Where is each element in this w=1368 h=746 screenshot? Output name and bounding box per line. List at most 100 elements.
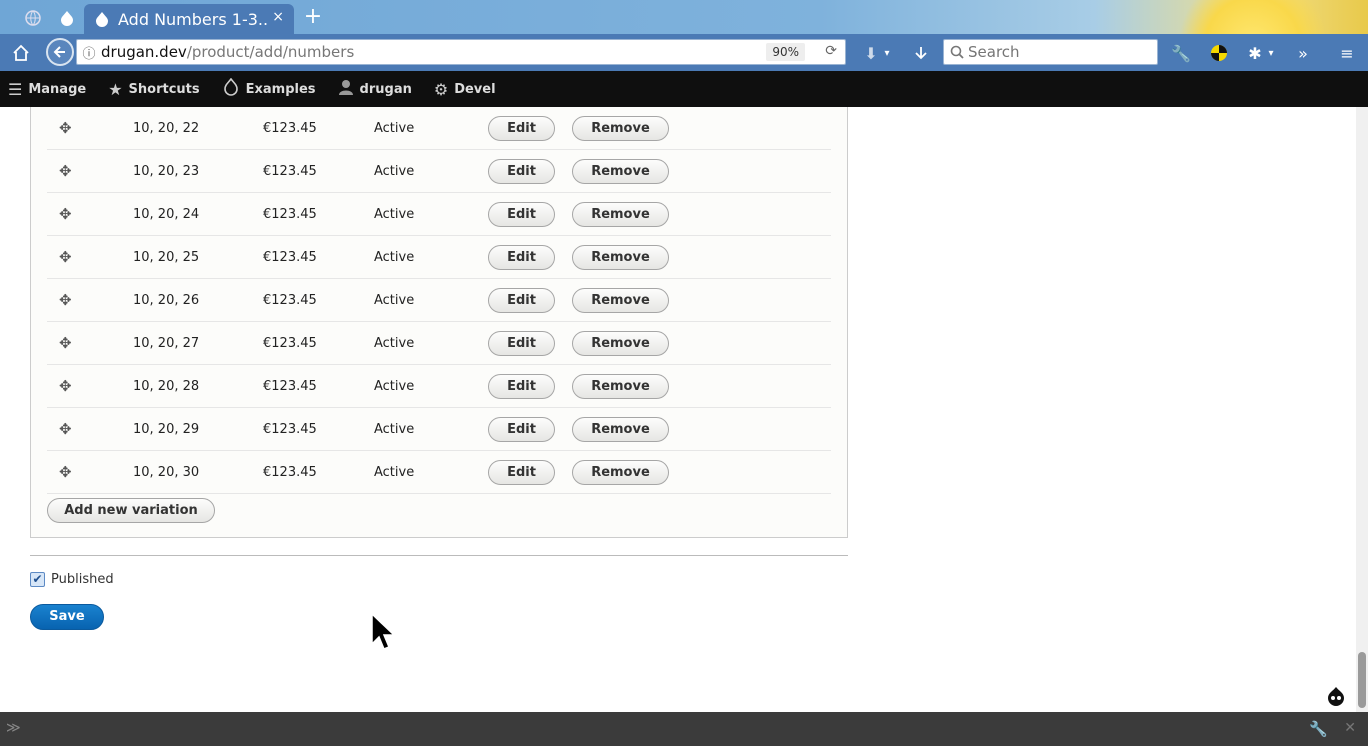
- reload-icon[interactable]: ⟳: [825, 43, 837, 59]
- drag-handle-icon[interactable]: ✥: [59, 291, 72, 309]
- edit-button[interactable]: Edit: [488, 202, 555, 227]
- table-row: ✥ 10, 20, 28 €123.45 Active Edit Remove: [47, 365, 831, 408]
- edit-button[interactable]: Edit: [488, 331, 555, 356]
- wrench-icon[interactable]: 🔧: [1168, 40, 1194, 66]
- drupal-drop-icon: [61, 11, 73, 26]
- drupal-logo-icon[interactable]: [1325, 685, 1347, 707]
- home-button[interactable]: [8, 40, 34, 66]
- variation-sku: 10, 20, 25: [133, 250, 200, 265]
- overflow-icon[interactable]: »: [1290, 40, 1316, 66]
- variation-price: €123.45: [263, 164, 317, 179]
- url-path: /product/add/numbers: [186, 43, 355, 61]
- edit-button[interactable]: Edit: [488, 374, 555, 399]
- globe-icon: [25, 10, 41, 26]
- remove-button[interactable]: Remove: [572, 202, 669, 227]
- hamburger-menu-icon[interactable]: ≡: [1334, 40, 1360, 66]
- star-icon: ★: [108, 79, 123, 99]
- save-button[interactable]: Save: [30, 604, 104, 630]
- published-field: ✔ Published: [30, 572, 114, 587]
- remove-button[interactable]: Remove: [572, 374, 669, 399]
- drag-handle-icon[interactable]: ✥: [59, 334, 72, 352]
- remove-button[interactable]: Remove: [572, 460, 669, 485]
- remove-button[interactable]: Remove: [572, 245, 669, 270]
- gear-icon: ⚙: [433, 79, 449, 99]
- mouse-cursor-icon: [371, 612, 396, 650]
- drag-handle-icon[interactable]: ✥: [59, 248, 72, 266]
- edit-button[interactable]: Edit: [488, 116, 555, 141]
- edit-button[interactable]: Edit: [488, 159, 555, 184]
- chevron-down-icon[interactable]: ▾: [880, 40, 894, 66]
- variation-price: €123.45: [263, 465, 317, 480]
- close-tab-icon[interactable]: ×: [272, 9, 284, 25]
- variation-sku: 10, 20, 23: [133, 164, 200, 179]
- variation-price: €123.45: [263, 422, 317, 437]
- close-icon[interactable]: ✕: [1344, 720, 1356, 736]
- variation-sku: 10, 20, 24: [133, 207, 200, 222]
- remove-button[interactable]: Remove: [572, 159, 669, 184]
- toolbar-label: Devel: [454, 81, 496, 97]
- tab-title: Add Numbers 1-3...: [118, 9, 268, 29]
- table-row: ✥ 10, 20, 27 €123.45 Active Edit Remove: [47, 322, 831, 365]
- edit-button[interactable]: Edit: [488, 245, 555, 270]
- drupal-drop-icon: [96, 12, 108, 27]
- variation-status: Active: [374, 336, 415, 351]
- drag-handle-icon[interactable]: ✥: [59, 162, 72, 180]
- scrollbar-thumb[interactable]: [1358, 652, 1366, 708]
- published-checkbox[interactable]: ✔: [30, 572, 45, 587]
- toolbar-item-shortcuts[interactable]: ★ Shortcuts: [108, 71, 199, 107]
- page-content: ✥ 10, 20, 22 €123.45 Active Edit Remove ✥ 10, 2…: [0, 107, 1356, 712]
- console-prompt-icon[interactable]: ≫: [6, 720, 21, 736]
- variation-status: Active: [374, 121, 415, 136]
- variation-price: €123.45: [263, 379, 317, 394]
- chevron-down-icon[interactable]: ▾: [1264, 40, 1278, 66]
- variation-price: €123.45: [263, 250, 317, 265]
- info-icon[interactable]: ⓘ: [77, 43, 101, 62]
- variation-price: €123.45: [263, 293, 317, 308]
- new-tab-button[interactable]: +: [300, 4, 326, 30]
- toolbar-item-devel[interactable]: ⚙ Devel: [434, 71, 496, 107]
- search-input[interactable]: [968, 43, 1148, 61]
- toolbar-item-examples[interactable]: Examples: [222, 71, 316, 107]
- home-icon: [13, 44, 29, 61]
- remove-button[interactable]: Remove: [572, 417, 669, 442]
- zoom-indicator[interactable]: 90%: [766, 43, 805, 61]
- toolbar-item-manage[interactable]: ☰ Manage: [8, 71, 86, 107]
- remove-button[interactable]: Remove: [572, 288, 669, 313]
- add-new-variation-button[interactable]: Add new variation: [47, 498, 215, 523]
- drag-handle-icon[interactable]: ✥: [59, 420, 72, 438]
- crash-test-icon[interactable]: [1206, 40, 1232, 66]
- pinned-tab-globe[interactable]: [18, 4, 48, 32]
- search-bar[interactable]: [943, 39, 1158, 65]
- edit-button[interactable]: Edit: [488, 460, 555, 485]
- back-button[interactable]: [46, 38, 74, 66]
- edit-button[interactable]: Edit: [488, 288, 555, 313]
- variation-status: Active: [374, 207, 415, 222]
- browser-navbar: ⓘ drugan.dev/product/add/numbers 90% ⟳ ⬇…: [0, 34, 1368, 71]
- tab-add-numbers[interactable]: Add Numbers 1-3... ×: [84, 4, 294, 34]
- drag-handle-icon[interactable]: ✥: [59, 377, 72, 395]
- pocket-download-icon[interactable]: [908, 40, 934, 66]
- vertical-scrollbar[interactable]: [1356, 107, 1368, 712]
- toolbar-label: Shortcuts: [128, 81, 200, 97]
- back-arrow-icon: [53, 46, 65, 58]
- variations-fieldset: ✥ 10, 20, 22 €123.45 Active Edit Remove ✥ 10, 2…: [30, 107, 848, 538]
- menu-icon: ☰: [8, 79, 23, 99]
- variation-status: Active: [374, 379, 415, 394]
- remove-button[interactable]: Remove: [572, 116, 669, 141]
- variation-status: Active: [374, 422, 415, 437]
- toolbar-item-user[interactable]: drugan: [338, 71, 412, 107]
- drag-handle-icon[interactable]: ✥: [59, 463, 72, 481]
- url-bar[interactable]: ⓘ drugan.dev/product/add/numbers 90% ⟳: [76, 39, 846, 65]
- table-row: ✥ 10, 20, 24 €123.45 Active Edit Remove: [47, 193, 831, 236]
- drag-handle-icon[interactable]: ✥: [59, 119, 72, 137]
- table-row: ✥ 10, 20, 30 €123.45 Active Edit Remove: [47, 451, 831, 494]
- pinned-tab-drupal[interactable]: [52, 4, 82, 32]
- wrench-icon[interactable]: 🔧: [1309, 720, 1328, 738]
- edit-button[interactable]: Edit: [488, 417, 555, 442]
- drag-handle-icon[interactable]: ✥: [59, 205, 72, 223]
- user-icon: [338, 79, 354, 99]
- drupal-drop-icon: [222, 77, 240, 100]
- drupal-admin-toolbar: ☰ Manage ★ Shortcuts Examples drugan ⚙ D…: [0, 71, 1368, 107]
- published-label: Published: [51, 572, 114, 587]
- remove-button[interactable]: Remove: [572, 331, 669, 356]
